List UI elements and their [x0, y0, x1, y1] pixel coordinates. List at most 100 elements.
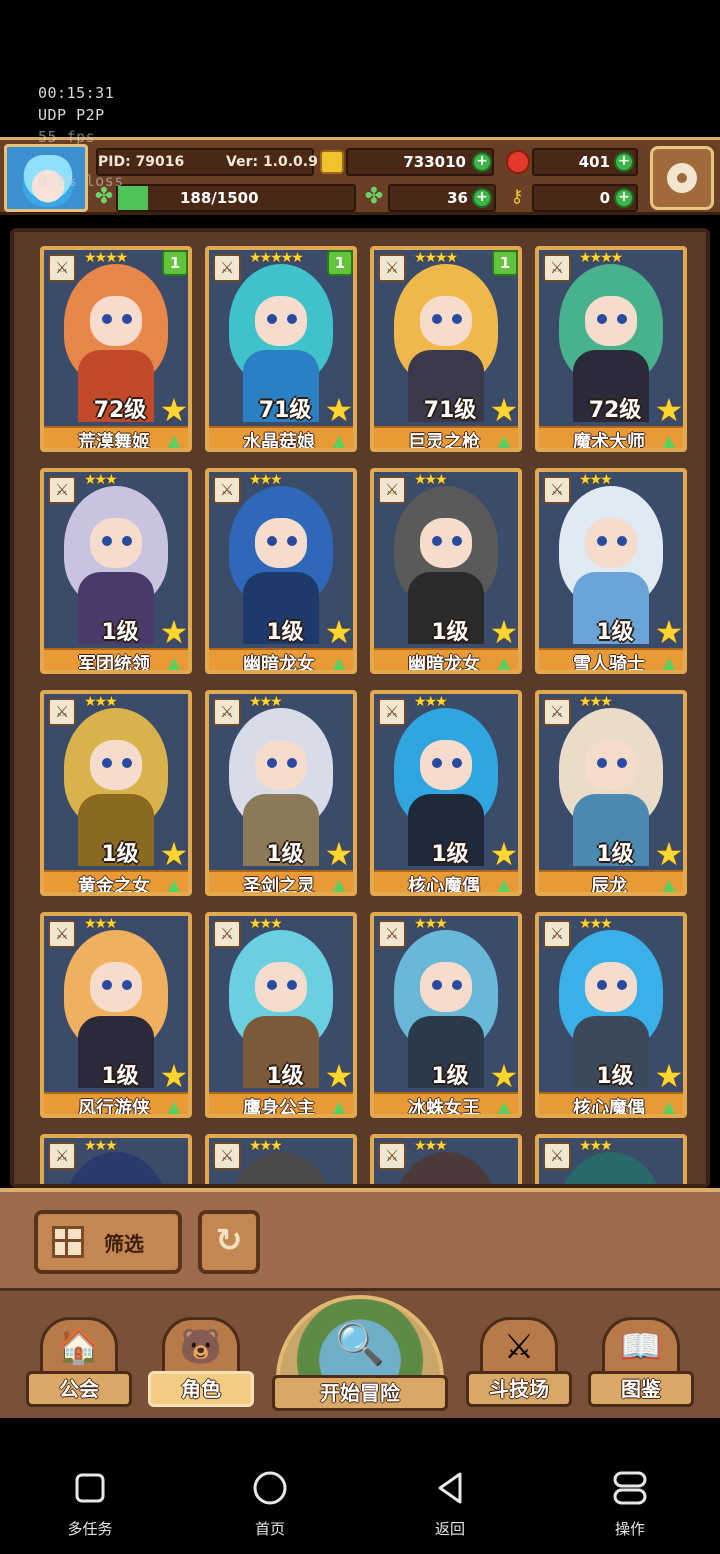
hero-card[interactable]: ⚔ ★★★ 1级 核心魔偶 ★ ▲	[535, 912, 687, 1118]
nav-guild[interactable]: 🏠 公会	[26, 1317, 132, 1411]
hero-card[interactable]: ⚔ ★★★ 1级 雪人骑士 ★ ▲	[535, 468, 687, 674]
hero-stars: ★★★	[579, 1138, 613, 1154]
nav-character[interactable]: 🐻 角色	[148, 1317, 254, 1411]
hero-card[interactable]: ⚔ ★★★★ 1 71级 巨灵之枪 ★ ▲	[370, 246, 522, 452]
filter-grid-icon	[52, 1226, 84, 1258]
hero-card-frame: ⚔ ★★★	[40, 1134, 192, 1184]
gear-icon	[667, 163, 697, 193]
clover-icon: ✤	[364, 184, 384, 209]
add-key-button[interactable]: +	[614, 188, 634, 208]
hero-card-frame: ⚔ ★★★ 1级 军团统领 ★ ▲	[40, 468, 192, 674]
hero-card-frame: ⚔ ★★★ 1级 幽暗龙女 ★ ▲	[205, 468, 357, 674]
hero-face	[420, 740, 472, 790]
class-weapon-icon: ⚔	[378, 254, 406, 282]
hero-card[interactable]: ⚔ ★★★ 1级 军团统领 ★ ▲	[40, 468, 192, 674]
hero-count-badge: 1	[327, 250, 353, 276]
hero-face	[585, 740, 637, 790]
hero-stars: ★★★	[84, 472, 118, 488]
hero-face	[90, 962, 142, 1012]
add-gold-button[interactable]: +	[472, 152, 492, 172]
hero-card-frame: ⚔ ★★★	[205, 1134, 357, 1184]
hero-eye	[597, 314, 607, 324]
game-nav-bar: 🏠 公会 🐻 角色 🔍 开始冒险 ⚔ 斗技场 📖 图鉴	[0, 1288, 720, 1418]
hero-face	[585, 296, 637, 346]
hero-eye	[102, 758, 112, 768]
star-rank-icon: ★	[159, 391, 189, 429]
class-weapon-icon: ⚔	[543, 698, 571, 726]
home-button[interactable]: 首页	[220, 1468, 320, 1539]
hero-card[interactable]: ⚔ ★★★ 1级 冰蛛女王 ★ ▲	[370, 912, 522, 1118]
hero-stars: ★★★	[84, 916, 118, 932]
hero-card[interactable]: ⚔ ★★★ 1级 风行游侠 ★ ▲	[40, 912, 192, 1118]
hero-eye	[617, 314, 627, 324]
hero-card[interactable]: ⚔ ★★★★ 1 72级 荒漠舞姬 ★ ▲	[40, 246, 192, 452]
hero-card[interactable]: ⚔ ★★★	[535, 1134, 687, 1184]
nav-adventure[interactable]: 🔍 开始冒险	[272, 1295, 448, 1415]
hero-stars: ★★★	[414, 472, 448, 488]
class-weapon-icon: ⚔	[213, 920, 241, 948]
gamepad-toggle-icon	[613, 1471, 647, 1505]
hero-face	[90, 740, 142, 790]
hero-stars: ★★★	[414, 1138, 448, 1154]
hero-list-panel[interactable]: ⚔ ★★★★ 1 72级 荒漠舞姬 ★ ▲ ⚔ ★★★★★ 1 71级 水晶菇娘 ★ ▲ ⚔ ★★★★ 1 71级…	[10, 228, 710, 1188]
hero-eye	[267, 758, 277, 768]
hero-card[interactable]: ⚔ ★★★ 1级 圣剑之灵 ★ ▲	[205, 690, 357, 896]
nav-arena[interactable]: ⚔ 斗技场	[466, 1317, 572, 1411]
hero-card[interactable]: ⚔ ★★★ 1级 黄金之女 ★ ▲	[40, 690, 192, 896]
hero-stars: ★★★	[579, 916, 613, 932]
upgrade-arrow-icon: ▲	[329, 873, 349, 896]
square-icon	[75, 1473, 105, 1503]
hero-face	[90, 296, 142, 346]
star-rank-icon: ★	[654, 1057, 684, 1095]
exp-bar: 188/1500	[116, 184, 356, 212]
hero-card-frame: ⚔ ★★★	[535, 1134, 687, 1184]
hero-card[interactable]: ⚔ ★★★	[205, 1134, 357, 1184]
class-weapon-icon: ⚔	[48, 1142, 76, 1170]
hero-eye	[267, 314, 277, 324]
hero-card[interactable]: ⚔ ★★★ 1级 幽暗龙女 ★ ▲	[370, 468, 522, 674]
hero-card[interactable]: ⚔ ★★★★ 72级 魔术大师 ★ ▲	[535, 246, 687, 452]
filter-button[interactable]: 筛选	[34, 1210, 182, 1274]
hero-card[interactable]: ⚔ ★★★ 1级 核心魔偶 ★ ▲	[370, 690, 522, 896]
multitask-label: 多任务	[67, 1520, 113, 1538]
hero-stars: ★★★★	[579, 250, 623, 266]
hero-card[interactable]: ⚔ ★★★ 1级 鹰身公主 ★ ▲	[205, 912, 357, 1118]
class-weapon-icon: ⚔	[213, 1142, 241, 1170]
upgrade-arrow-icon: ▲	[494, 429, 514, 452]
character-face-icon: 🐻	[179, 1327, 223, 1367]
nav-guild-label: 公会	[26, 1371, 132, 1407]
class-weapon-icon: ⚔	[48, 920, 76, 948]
hero-face	[90, 518, 142, 568]
add-ruby-button[interactable]: +	[614, 152, 634, 172]
hero-eye	[267, 980, 277, 990]
hero-card[interactable]: ⚔ ★★★	[370, 1134, 522, 1184]
exp-value: 188/1500	[180, 189, 259, 207]
hero-card[interactable]: ⚔ ★★★ 1级 辰龙 ★ ▲	[535, 690, 687, 896]
star-rank-icon: ★	[654, 835, 684, 873]
hero-hair	[394, 1152, 498, 1184]
class-weapon-icon: ⚔	[378, 698, 406, 726]
settings-button[interactable]	[650, 146, 714, 210]
nav-codex-label: 图鉴	[588, 1371, 694, 1407]
hero-card[interactable]: ⚔ ★★★	[40, 1134, 192, 1184]
operate-button[interactable]: 操作	[580, 1468, 680, 1539]
back-button[interactable]: 返回	[400, 1468, 500, 1539]
hero-card[interactable]: ⚔ ★★★★★ 1 71级 水晶菇娘 ★ ▲	[205, 246, 357, 452]
hero-card-frame: ⚔ ★★★ 1级 圣剑之灵 ★ ▲	[205, 690, 357, 896]
filter-label: 筛选	[104, 1232, 144, 1256]
hero-card[interactable]: ⚔ ★★★ 1级 幽暗龙女 ★ ▲	[205, 468, 357, 674]
hero-card-frame: ⚔ ★★★★ 1 71级 巨灵之枪 ★ ▲	[370, 246, 522, 452]
refresh-button[interactable]: ↻	[198, 1210, 260, 1274]
hero-stars: ★★★	[414, 694, 448, 710]
debug-protocol: UDP P2P	[38, 106, 105, 124]
add-clover-button[interactable]: +	[472, 188, 492, 208]
hero-stars: ★★★★★	[249, 250, 304, 266]
nav-codex[interactable]: 📖 图鉴	[588, 1317, 694, 1411]
star-rank-icon: ★	[159, 613, 189, 651]
upgrade-arrow-icon: ▲	[659, 651, 679, 674]
hero-eye	[102, 980, 112, 990]
nav-character-label: 角色	[148, 1371, 254, 1407]
upgrade-arrow-icon: ▲	[329, 1095, 349, 1118]
multitask-button[interactable]: 多任务	[40, 1468, 140, 1539]
gold-amount: 733010	[403, 153, 466, 171]
